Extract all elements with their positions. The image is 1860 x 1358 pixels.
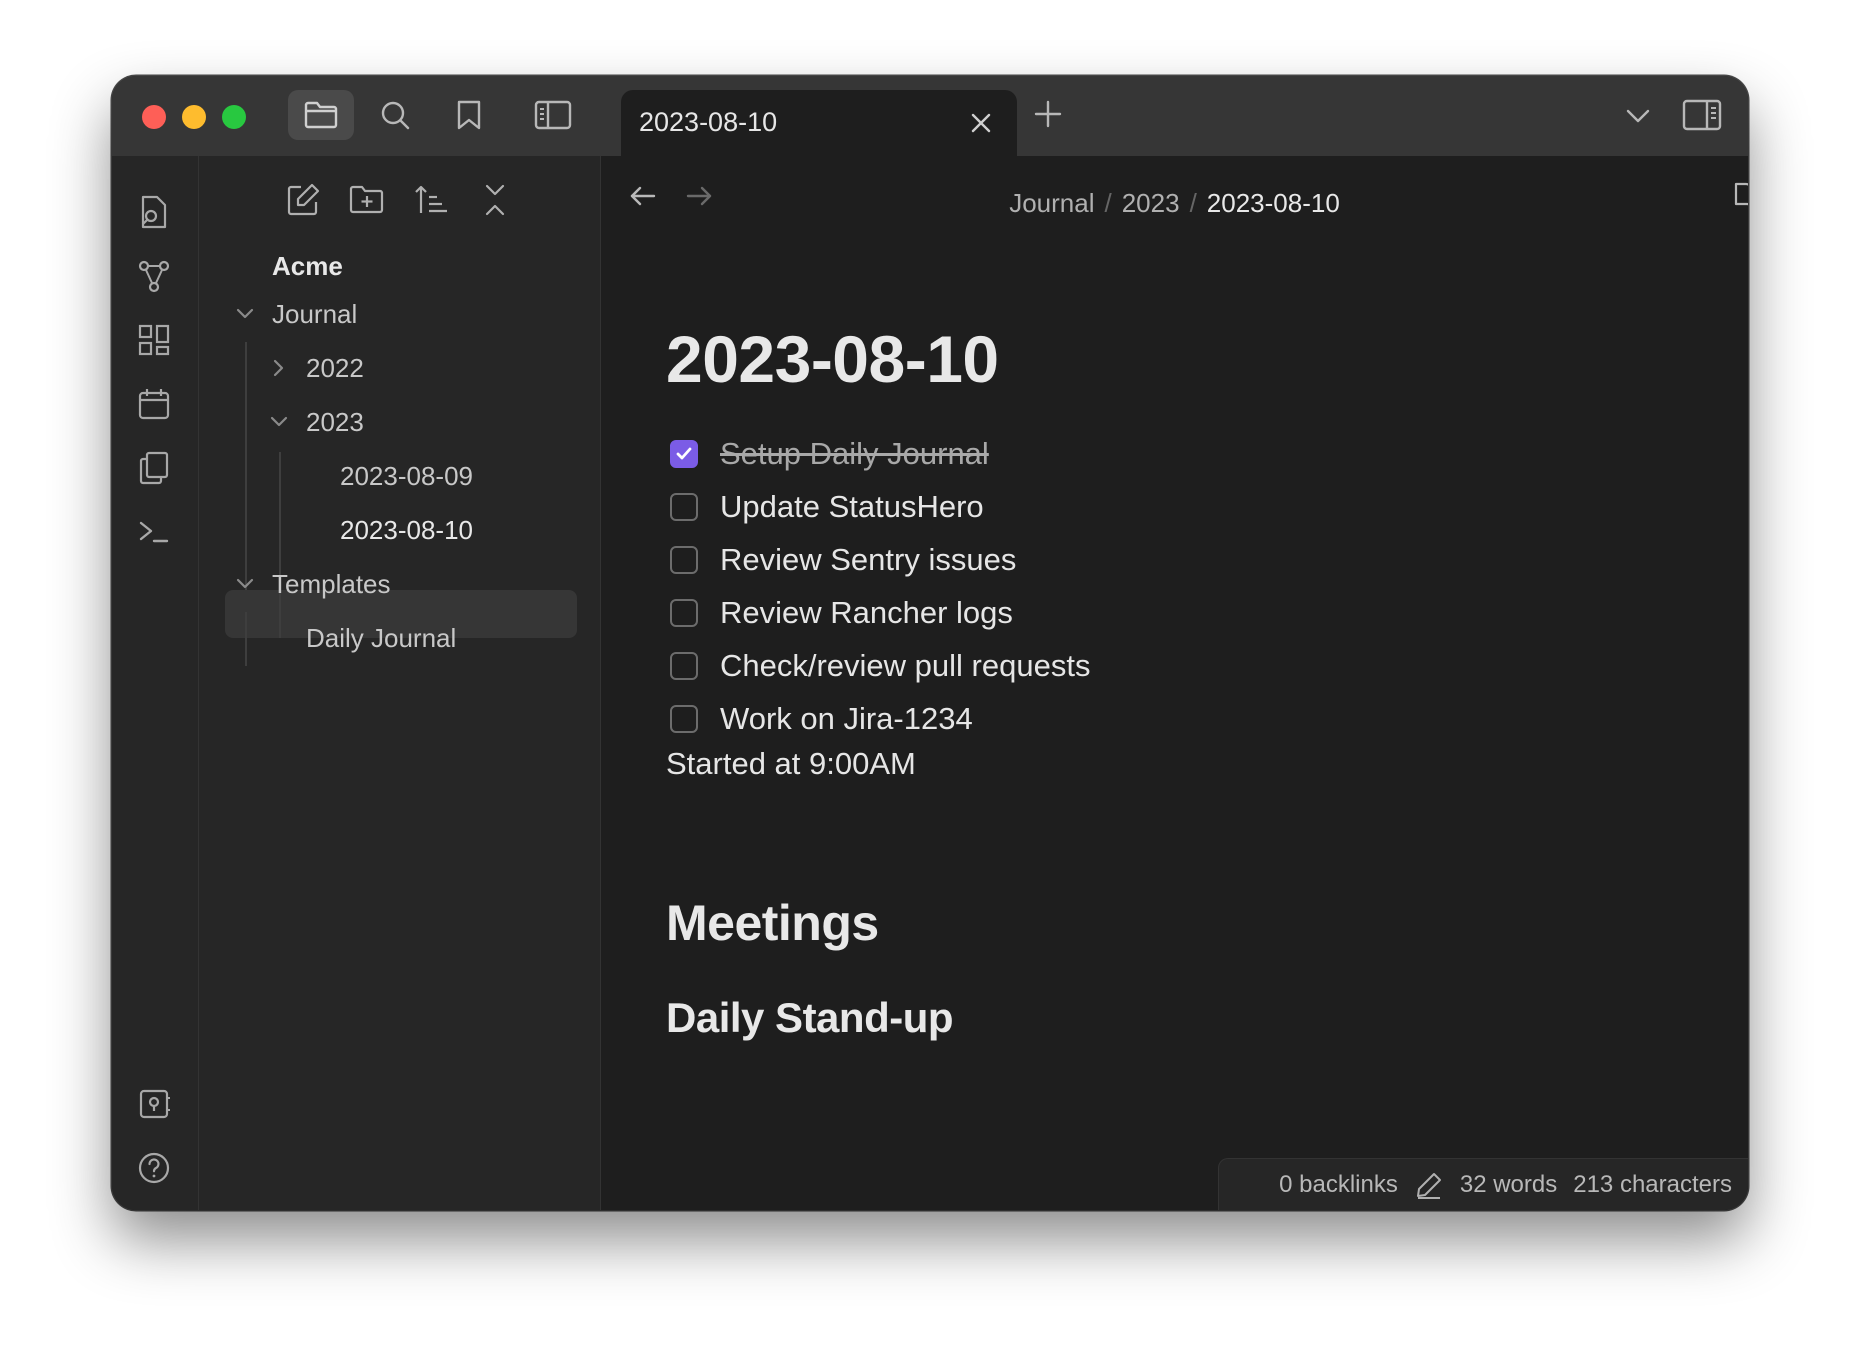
breadcrumb-item-current[interactable]: 2023-08-10 (1207, 188, 1340, 218)
quick-switcher-icon[interactable] (134, 192, 174, 232)
ribbon (112, 156, 199, 1210)
daily-note-icon[interactable] (134, 384, 174, 424)
task-checkbox[interactable] (670, 705, 698, 733)
task-item: Check/review pull requests (666, 642, 1090, 690)
canvas-icon[interactable] (134, 320, 174, 360)
folder-templates[interactable]: Templates (272, 560, 391, 608)
tab-title: 2023-08-10 (639, 107, 778, 137)
reading-view-icon[interactable] (1733, 178, 1748, 214)
vault-switcher-icon[interactable] (134, 1084, 174, 1124)
file-explorer: Acme Journal 2022 2023 2023-08-09 2023-0… (199, 156, 601, 1210)
task-label[interactable]: Work on Jira-1234 (720, 701, 973, 737)
folder-icon (304, 100, 338, 130)
task-checkbox[interactable] (670, 546, 698, 574)
task-checkbox[interactable] (670, 652, 698, 680)
help-icon[interactable] (134, 1148, 174, 1188)
minimize-window-button[interactable] (182, 105, 206, 129)
files-tab-button[interactable] (288, 90, 354, 140)
chevron-down-icon[interactable] (268, 411, 290, 433)
chevron-right-icon[interactable] (268, 357, 290, 379)
sidebar-toggle-icon (534, 100, 572, 130)
search-icon (379, 99, 411, 131)
task-label[interactable]: Check/review pull requests (720, 648, 1090, 684)
heading-daily-standup[interactable]: Daily Stand-up (666, 994, 954, 1042)
file-2023-08-10[interactable]: 2023-08-10 (340, 506, 473, 554)
breadcrumb-separator: / (1104, 188, 1112, 218)
search-button[interactable] (362, 90, 428, 140)
task-item: Review Rancher logs (666, 589, 1013, 637)
edit-mode-pencil-icon[interactable] (1414, 1170, 1444, 1200)
templates-icon[interactable] (134, 448, 174, 488)
tab-list-chevron-down-icon[interactable] (1620, 98, 1656, 134)
sort-icon[interactable] (411, 180, 451, 220)
bookmark-icon (456, 99, 482, 131)
task-checkbox[interactable] (670, 440, 698, 468)
breadcrumb-separator: / (1189, 188, 1197, 218)
task-checkbox[interactable] (670, 599, 698, 627)
backlinks-count[interactable]: 0 backlinks (1279, 1171, 1398, 1199)
file-daily-journal[interactable]: Daily Journal (306, 614, 456, 662)
toggle-left-sidebar-button[interactable] (520, 90, 586, 140)
breadcrumb: Journal / 2023 / 2023-08-10 (601, 188, 1748, 219)
task-item: Review Sentry issues (666, 536, 1016, 584)
title-bar: 2023-08-10 (112, 76, 1748, 156)
task-label[interactable]: Update StatusHero (720, 489, 984, 525)
close-window-button[interactable] (142, 105, 166, 129)
status-bar: 0 backlinks 32 words 213 characters (1218, 1158, 1748, 1210)
new-tab-icon[interactable] (1030, 96, 1066, 132)
tree-guide-line (279, 452, 281, 638)
bookmarks-button[interactable] (436, 90, 502, 140)
right-sidebar-toggle-icon[interactable] (1682, 98, 1722, 134)
graph-view-icon[interactable] (134, 256, 174, 296)
breadcrumb-item[interactable]: 2023 (1122, 188, 1180, 218)
heading-meetings[interactable]: Meetings (666, 894, 879, 952)
paragraph-started[interactable]: Started at 9:00AM (666, 746, 916, 782)
note-title[interactable]: 2023-08-10 (666, 321, 999, 397)
tab-active-note[interactable]: 2023-08-10 (621, 90, 1017, 156)
new-note-icon[interactable] (283, 180, 323, 220)
app-window: 2023-08-10 Acme Journal 2022 2023 2023-0… (112, 76, 1748, 1210)
task-label[interactable]: Review Rancher logs (720, 595, 1013, 631)
folder-2022[interactable]: 2022 (306, 344, 364, 392)
folder-journal[interactable]: Journal (272, 290, 357, 338)
chevron-down-icon[interactable] (234, 303, 256, 325)
task-item: Update StatusHero (666, 483, 984, 531)
checkmark-icon (676, 447, 692, 460)
vault-name[interactable]: Acme (272, 242, 343, 290)
folder-2023[interactable]: 2023 (306, 398, 364, 446)
new-folder-icon[interactable] (347, 180, 387, 220)
tree-guide-line (245, 612, 247, 666)
task-item: Work on Jira-1234 (666, 695, 973, 743)
close-tab-icon[interactable] (966, 108, 996, 138)
task-item: Setup Daily Journal (666, 430, 989, 478)
task-checkbox[interactable] (670, 493, 698, 521)
word-count: 32 words (1459, 1170, 1558, 1198)
breadcrumb-item[interactable]: Journal (1009, 188, 1094, 218)
task-label[interactable]: Review Sentry issues (720, 542, 1016, 578)
editor-pane: Journal / 2023 / 2023-08-10 2023-08-10 Setup… (601, 156, 1748, 1210)
zoom-window-button[interactable] (222, 105, 246, 129)
chevron-down-icon[interactable] (234, 573, 256, 595)
collapse-all-icon[interactable] (475, 180, 515, 220)
character-count: 213 characters (1573, 1170, 1732, 1198)
command-palette-icon[interactable] (134, 512, 174, 552)
task-label[interactable]: Setup Daily Journal (720, 436, 989, 472)
file-2023-08-09[interactable]: 2023-08-09 (340, 452, 473, 500)
